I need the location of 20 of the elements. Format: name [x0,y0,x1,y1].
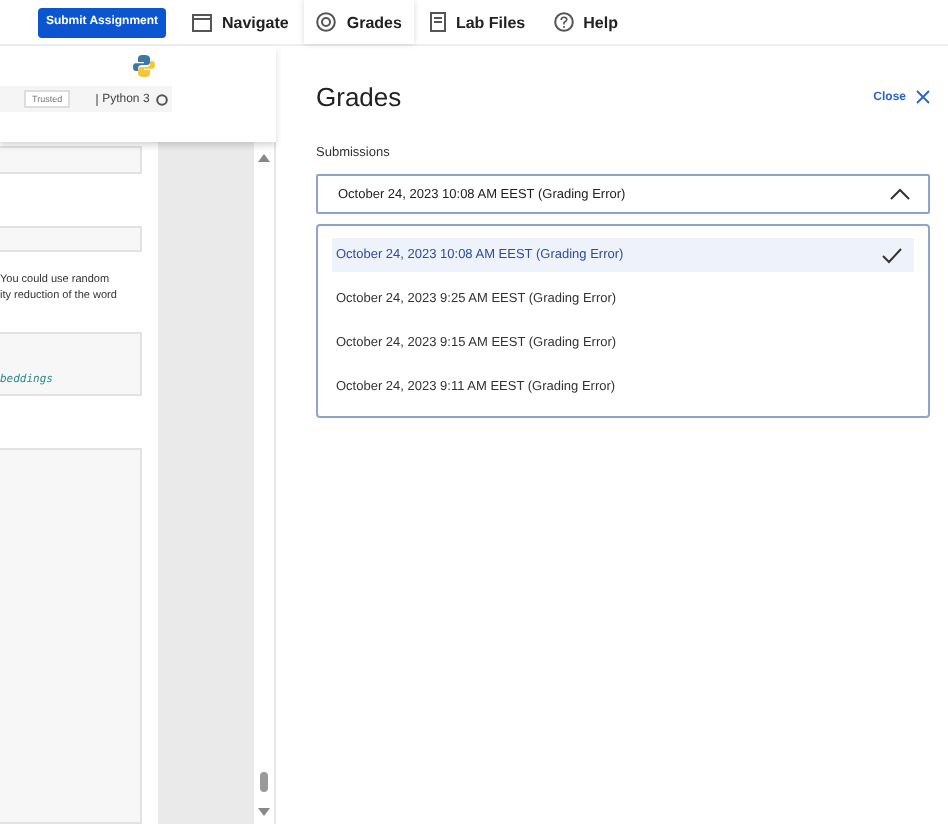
file-icon [429,12,446,32]
checkmark-icon [882,247,902,263]
help-icon [553,12,574,32]
window-icon [192,13,212,31]
scrollbar-thumb[interactable] [260,772,269,792]
close-icon [916,90,930,104]
code-cell[interactable] [0,146,143,174]
code-cell[interactable] [0,448,143,824]
scroll-up-icon[interactable] [258,154,271,162]
kernel-status-icon [155,93,168,105]
toolbar-tab[interactable]: Grades [304,0,414,44]
grade-icon [316,12,337,32]
python-logo-icon [132,54,156,78]
toolbar-tab[interactable]: Navigate [180,0,301,44]
scroll-down-icon[interactable] [258,808,271,816]
toolbar-tab[interactable]: Lab Files [417,0,538,44]
code-cell[interactable] [0,226,143,252]
toolbar-tab[interactable]: Help [541,0,630,44]
chevron-up-icon [890,188,910,200]
panel-title: Grades [316,82,402,112]
